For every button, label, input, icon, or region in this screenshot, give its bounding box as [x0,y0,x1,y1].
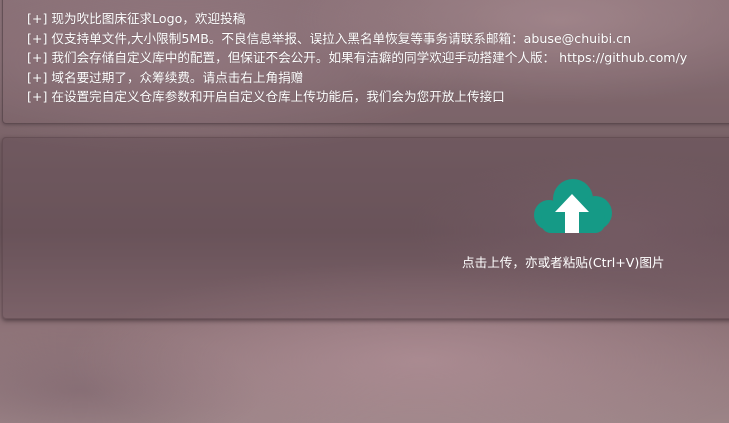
notice-item-logo: [+] 现为吹比图床征求Logo，欢迎投稿 [27,11,246,26]
notice-item-upload-api: [+] 在设置完自定义仓库参数和开启自定义仓库上传功能后，我们会为您开放上传接口 [27,89,505,105]
notice-item-storage: [+] 我们会存储自定义库中的配置，但保证不会公开。如果有洁癖的同学欢迎手动搭建… [27,50,688,66]
cloud-upload-icon[interactable] [529,177,615,239]
notice-panel: [+] 现为吹比图床征求Logo，欢迎投稿 [+] 仅支持单文件,大小限制5MB… [2,0,729,124]
upload-dropzone[interactable]: 点击上传，亦或者粘贴(Ctrl+V)图片 [2,137,729,319]
notice-list: [+] 现为吹比图床征求Logo，欢迎投稿 [+] 仅支持单文件,大小限制5MB… [27,9,687,107]
notice-item-file-limit: [+] 仅支持单文件,大小限制5MB。不良信息举报、误拉入黑名单恢复等事务请联系… [27,30,632,46]
upload-prompt: 点击上传，亦或者粘贴(Ctrl+V)图片 [462,255,665,270]
notice-item-domain: [+] 域名要过期了，众筹续费。请点击右上角捐赠 [27,69,304,85]
